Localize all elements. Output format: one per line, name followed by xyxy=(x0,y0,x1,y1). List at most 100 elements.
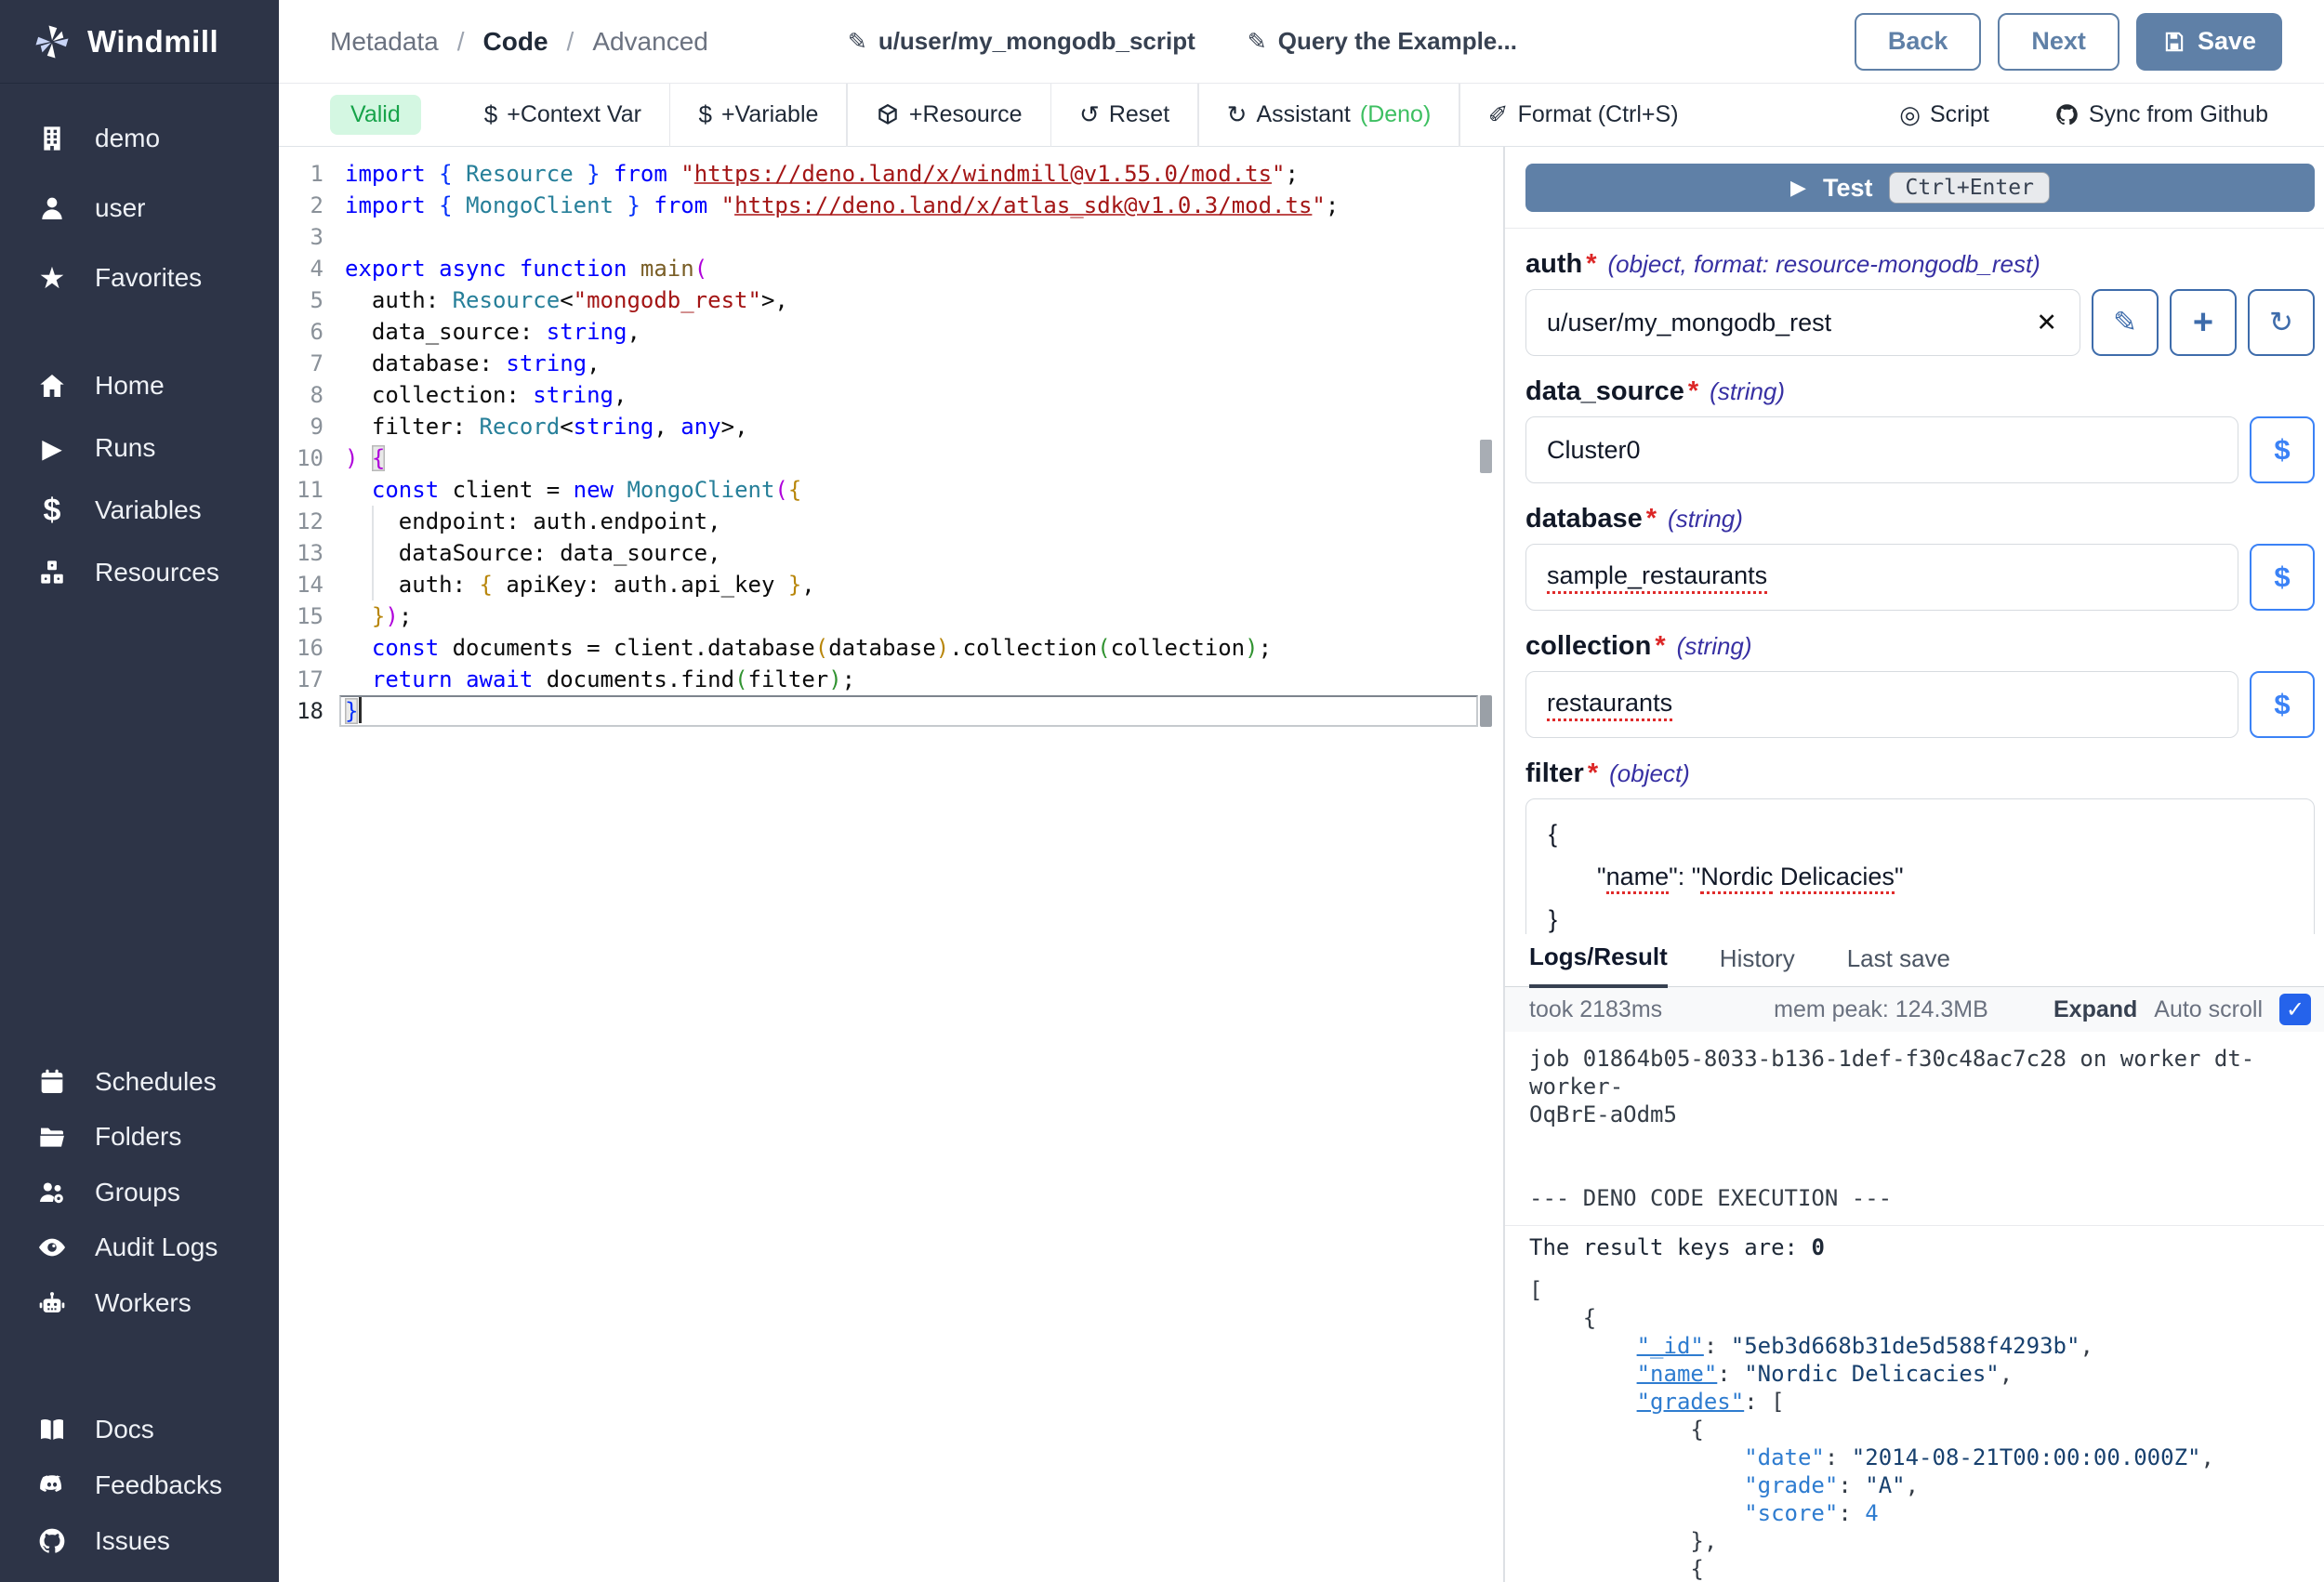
database-input[interactable]: sample_restaurants xyxy=(1525,544,2238,611)
breadcrumb-code[interactable]: Code xyxy=(483,27,548,57)
auto-scroll-checkbox[interactable]: ✓ xyxy=(2279,994,2311,1025)
sidebar-item-workspace[interactable]: demo xyxy=(0,112,279,165)
code-line: 3 xyxy=(279,221,1504,253)
data-source-input[interactable]: Cluster0 xyxy=(1525,416,2238,483)
breadcrumb-separator: / xyxy=(457,27,465,57)
field-name: filter xyxy=(1525,758,1584,789)
next-button[interactable]: Next xyxy=(1998,13,2119,71)
sync-from-github-button[interactable]: Sync from Github xyxy=(2054,100,2268,129)
clear-icon[interactable]: ✕ xyxy=(2036,309,2057,337)
required-asterisk: * xyxy=(1646,504,1657,534)
code-line: 14 auth: { apiKey: auth.api_key }, xyxy=(279,569,1504,600)
insert-variable-button[interactable]: $ xyxy=(2250,416,2315,483)
code-line: 1import { Resource } from "https://deno.… xyxy=(279,158,1504,190)
add-resource-button[interactable]: +Resource xyxy=(876,101,1023,128)
insert-variable-button[interactable]: $ xyxy=(2250,544,2315,611)
script-summary: Query the Example... xyxy=(1278,27,1517,56)
sidebar-item-workers[interactable]: Workers xyxy=(0,1276,279,1330)
folders-label: Folders xyxy=(95,1122,181,1152)
breadcrumb-metadata[interactable]: Metadata xyxy=(330,27,439,57)
reset-label: Reset xyxy=(1109,101,1169,128)
cubes-icon xyxy=(33,558,71,587)
play-icon: ▶ xyxy=(33,433,71,464)
add-variable-button[interactable]: $ +Variable xyxy=(698,100,818,129)
sidebar-item-user[interactable]: user xyxy=(0,181,279,235)
breadcrumb-advanced[interactable]: Advanced xyxy=(592,27,708,57)
required-asterisk: * xyxy=(1588,758,1598,789)
add-context-var-label: +Context Var xyxy=(507,101,641,128)
back-button[interactable]: Back xyxy=(1855,13,1982,71)
script-summary-edit[interactable]: ✎ Query the Example... xyxy=(1248,27,1517,56)
code-line: 13 dataSource: data_source, xyxy=(279,537,1504,569)
add-context-var-button[interactable]: $ +Context Var xyxy=(484,100,641,129)
tab-last-save[interactable]: Last save xyxy=(1847,944,1950,986)
dollar-icon: $ xyxy=(33,493,71,529)
windmill-logo[interactable]: Windmill xyxy=(0,0,279,84)
building-icon xyxy=(33,124,71,153)
undo-icon: ↺ xyxy=(1079,100,1100,129)
save-button[interactable]: Save xyxy=(2136,13,2282,71)
tab-history[interactable]: History xyxy=(1720,944,1795,986)
code-editor[interactable]: 1import { Resource } from "https://deno.… xyxy=(279,147,1504,1582)
refresh-icon: ↻ xyxy=(1227,100,1248,129)
json-line: }, xyxy=(1529,1527,2300,1555)
sidebar-item-home[interactable]: Home xyxy=(0,359,279,413)
sidebar-item-issues[interactable]: Issues xyxy=(0,1514,279,1568)
breadcrumb-separator: / xyxy=(567,27,574,57)
result-key: 0 xyxy=(1811,1234,1824,1260)
favorites-label: Favorites xyxy=(95,263,202,293)
home-label: Home xyxy=(95,371,165,401)
dollar-icon: $ xyxy=(2274,560,2290,594)
sidebar-item-docs[interactable]: Docs xyxy=(0,1403,279,1457)
auth-resource-value: u/user/my_mongodb_rest xyxy=(1547,309,1831,337)
windmill-logo-icon xyxy=(32,22,73,61)
results-tabs: Logs/Result History Last save xyxy=(1505,934,2324,987)
filter-json-editor[interactable]: {"name": "Nordic Delicacies"} xyxy=(1525,798,2315,934)
add-resource-button[interactable]: + xyxy=(2170,289,2237,356)
json-line: "grade": "A", xyxy=(1529,1471,2300,1499)
discord-icon xyxy=(33,1470,71,1500)
field-name: auth xyxy=(1525,249,1582,280)
script-path: u/user/my_mongodb_script xyxy=(878,27,1195,56)
test-button[interactable]: ▶ Test Ctrl+Enter xyxy=(1525,164,2315,212)
insert-variable-button[interactable]: $ xyxy=(2250,671,2315,738)
dollar-icon: $ xyxy=(698,100,711,129)
result-heading: The result keys are: 0 xyxy=(1529,1233,2300,1261)
sidebar-item-variables[interactable]: $ Variables xyxy=(0,483,279,537)
script-path-edit[interactable]: ✎ u/user/my_mongodb_script xyxy=(848,27,1195,56)
auth-resource-input[interactable]: u/user/my_mongodb_rest ✕ xyxy=(1525,289,2080,356)
user-label: user xyxy=(95,193,145,223)
tab-logs-result[interactable]: Logs/Result xyxy=(1529,943,1668,988)
run-mem-peak: mem peak: 124.3MB xyxy=(1774,996,1988,1023)
reset-button[interactable]: ↺ Reset xyxy=(1079,100,1169,129)
calendar-icon xyxy=(33,1067,71,1097)
field-type: (object, format: resource-mongodb_rest) xyxy=(1608,250,2040,279)
result-json: [ { "_id": "5eb3d668b31de5d588f4293b", "… xyxy=(1529,1276,2300,1582)
pencil-icon: ✎ xyxy=(1248,28,1267,56)
code-line: 17 return await documents.find(filter); xyxy=(279,664,1504,695)
format-label: Format (Ctrl+S) xyxy=(1518,101,1679,128)
format-button[interactable]: ✐ Format (Ctrl+S) xyxy=(1488,100,1679,129)
sidebar-item-feedbacks[interactable]: Feedbacks xyxy=(0,1458,279,1512)
collection-input[interactable]: restaurants xyxy=(1525,671,2238,738)
sidebar-item-folders[interactable]: Folders xyxy=(0,1110,279,1164)
sidebar-item-resources[interactable]: Resources xyxy=(0,546,279,600)
collection-value: restaurants xyxy=(1547,689,1672,721)
field-type: (string) xyxy=(1677,632,1752,661)
breadcrumb: Metadata / Code / Advanced xyxy=(330,27,708,57)
edit-resource-button[interactable]: ✎ xyxy=(2092,289,2159,356)
sidebar-item-runs[interactable]: ▶ Runs xyxy=(0,421,279,475)
json-line: "grades": [ xyxy=(1529,1388,2300,1416)
sidebar-item-audit-logs[interactable]: Audit Logs xyxy=(0,1220,279,1274)
run-panel: ▶ Test Ctrl+Enter auth * (object, format:… xyxy=(1505,147,2324,934)
cube-icon xyxy=(876,103,900,127)
refresh-resource-button[interactable]: ↻ xyxy=(2248,289,2315,356)
sidebar-item-schedules[interactable]: Schedules xyxy=(0,1055,279,1109)
dollar-icon: $ xyxy=(2274,433,2290,467)
assistant-button[interactable]: ↻ Assistant (Deno) xyxy=(1227,100,1432,129)
script-kind-button[interactable]: ◎ Script xyxy=(1899,100,1989,129)
sidebar-item-favorites[interactable]: ★ Favorites xyxy=(0,251,279,305)
sidebar-item-groups[interactable]: Groups xyxy=(0,1166,279,1219)
expand-button[interactable]: Expand xyxy=(2053,996,2137,1023)
overview-ruler-mark xyxy=(1480,440,1492,473)
